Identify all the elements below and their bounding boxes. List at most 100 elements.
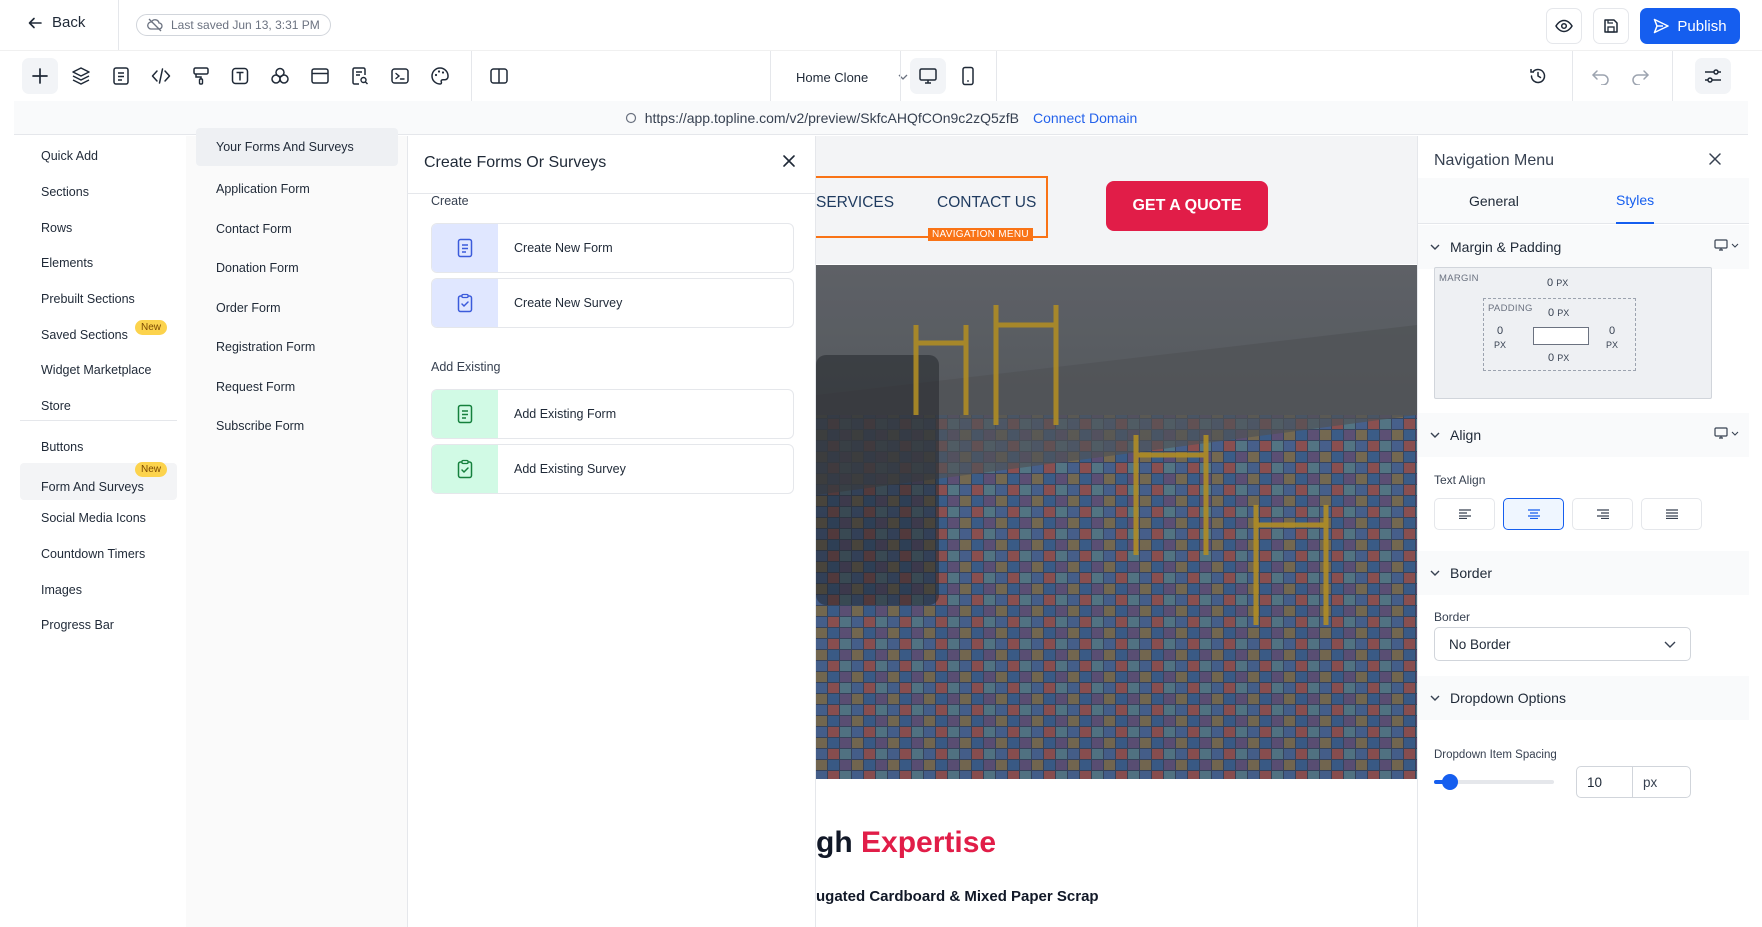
sidebar-item-rows[interactable]: Rows — [20, 208, 177, 248]
page-select[interactable]: Home Clone — [796, 61, 908, 93]
publish-button[interactable]: Publish — [1640, 8, 1740, 44]
chevron-down-icon — [1731, 431, 1739, 436]
split-view-button[interactable] — [481, 58, 517, 94]
section-border[interactable]: Border — [1418, 551, 1749, 595]
add-existing-survey-button[interactable]: Add Existing Survey — [431, 444, 794, 494]
section-margin-padding[interactable]: Margin & Padding — [1418, 225, 1749, 269]
close-button[interactable] — [1708, 152, 1722, 166]
spacing-slider-thumb[interactable] — [1442, 774, 1458, 790]
elements-button[interactable] — [262, 58, 298, 94]
padding-bottom-input[interactable]: 0 PX — [1548, 351, 1569, 365]
page-canvas[interactable]: SERVICES CONTACT US NAVIGATION MENU GET … — [816, 136, 1417, 927]
forms-item-your-forms[interactable]: Your Forms And Surveys — [196, 128, 398, 166]
sidebar-item-images[interactable]: Images — [20, 570, 177, 610]
section-label: Margin & Padding — [1450, 239, 1562, 255]
sidebar-item-progress-bar[interactable]: Progress Bar — [20, 605, 177, 645]
forms-item-donation[interactable]: Donation Form — [196, 248, 398, 288]
sidebar-item-elements[interactable]: Elements — [20, 243, 177, 283]
connect-domain-link[interactable]: Connect Domain — [1033, 110, 1137, 126]
spacing-value-input[interactable]: 10 — [1576, 766, 1633, 798]
margin-top-input[interactable]: 0 PX — [1547, 276, 1568, 290]
forms-item-subscribe[interactable]: Subscribe Form — [196, 406, 398, 446]
align-right-button[interactable] — [1572, 498, 1633, 530]
align-center-icon — [1527, 509, 1541, 519]
sidebar-item-form-and-surveys[interactable]: Form And Surveys New — [20, 462, 177, 500]
pages-button[interactable] — [103, 58, 139, 94]
border-select[interactable]: No Border — [1434, 627, 1691, 661]
align-justify-button[interactable] — [1641, 498, 1702, 530]
device-toggle[interactable] — [1714, 427, 1739, 439]
device-toggle[interactable] — [1714, 239, 1739, 251]
mobile-view-button[interactable] — [950, 58, 986, 94]
history-button[interactable] — [1520, 58, 1556, 94]
nav-link-services[interactable]: SERVICES — [816, 194, 894, 212]
tracking-code-button[interactable] — [382, 58, 418, 94]
sidebar-item-saved-sections[interactable]: Saved Sections New — [20, 315, 177, 355]
forms-item-contact[interactable]: Contact Form — [196, 209, 398, 249]
section-align[interactable]: Align — [1418, 413, 1749, 457]
tab-styles[interactable]: Styles — [1616, 178, 1655, 224]
forms-item-label: Request Form — [216, 380, 296, 394]
align-left-button[interactable] — [1434, 498, 1495, 530]
chevron-down-icon — [1430, 432, 1440, 438]
settings-toggle-button[interactable] — [1695, 58, 1731, 94]
search-doc-icon — [350, 66, 370, 86]
preview-button[interactable] — [1546, 8, 1582, 44]
plus-icon — [31, 67, 49, 85]
add-element-button[interactable] — [22, 58, 58, 94]
sidebar-item-label: Quick Add — [41, 149, 98, 163]
get-quote-button[interactable]: GET A QUOTE — [1106, 181, 1268, 231]
close-button[interactable] — [782, 154, 796, 168]
layers-button[interactable] — [63, 58, 99, 94]
editor-toolbar: Home Clone — [0, 50, 1762, 102]
create-new-form-button[interactable]: Create New Form — [431, 223, 794, 273]
dropdown-spacing-label: Dropdown Item Spacing — [1434, 749, 1557, 761]
padding-label: PADDING — [1488, 303, 1533, 314]
tab-general[interactable]: General — [1469, 178, 1519, 224]
layout-button[interactable] — [302, 58, 338, 94]
padding-right-input[interactable]: 0 PX — [1606, 324, 1618, 352]
seo-button[interactable] — [342, 58, 378, 94]
form-icon — [432, 390, 498, 438]
sidebar-item-quick-add[interactable]: Quick Add — [20, 136, 177, 176]
align-center-button[interactable] — [1503, 498, 1564, 530]
create-new-survey-button[interactable]: Create New Survey — [431, 278, 794, 328]
properties-panel: Navigation Menu General Styles Margin & … — [1417, 136, 1749, 927]
padding-left-input[interactable]: 0 PX — [1494, 324, 1506, 352]
last-saved-badge: Last saved Jun 13, 3:31 PM — [136, 14, 331, 36]
page-select-value: Home Clone — [796, 69, 869, 85]
preview-url[interactable]: https://app.topline.com/v2/preview/SkfcA… — [645, 110, 1019, 126]
padding-top-input[interactable]: 0 PX — [1548, 306, 1569, 320]
section-dropdown-options[interactable]: Dropdown Options — [1418, 676, 1749, 720]
add-existing-form-button[interactable]: Add Existing Form — [431, 389, 794, 439]
divider — [1572, 51, 1573, 102]
spacing-unit-select[interactable]: px — [1632, 766, 1691, 798]
sidebar-item-social-media-icons[interactable]: Social Media Icons — [20, 498, 177, 538]
desktop-view-button[interactable] — [910, 58, 946, 94]
styles-button[interactable] — [183, 58, 219, 94]
custom-code-button[interactable] — [143, 58, 179, 94]
sidebar-item-label: Widget Marketplace — [41, 363, 152, 377]
form-icon — [432, 224, 498, 272]
save-button[interactable] — [1593, 8, 1629, 44]
sidebar-item-widget-marketplace[interactable]: Widget Marketplace — [20, 350, 177, 390]
forms-item-request[interactable]: Request Form — [196, 367, 398, 407]
sidebar-item-sections[interactable]: Sections — [20, 172, 177, 212]
back-button[interactable]: Back — [28, 14, 85, 31]
forms-item-order[interactable]: Order Form — [196, 288, 398, 328]
undo-button[interactable] — [1583, 58, 1619, 94]
typography-button[interactable] — [222, 58, 258, 94]
redo-button[interactable] — [1622, 58, 1658, 94]
chevron-down-icon — [1430, 244, 1440, 250]
forms-item-registration[interactable]: Registration Form — [196, 327, 398, 367]
sidebar-item-prebuilt-sections[interactable]: Prebuilt Sections — [20, 279, 177, 319]
theme-button[interactable] — [422, 58, 458, 94]
sidebar-item-buttons[interactable]: Buttons — [20, 427, 177, 467]
card-label: Add Existing Survey — [514, 462, 626, 476]
nav-link-contact[interactable]: CONTACT US — [937, 194, 1036, 212]
sliders-icon — [1703, 67, 1723, 85]
sidebar-item-countdown-timers[interactable]: Countdown Timers — [20, 534, 177, 574]
forms-item-label: Registration Form — [216, 340, 316, 354]
hero-image — [816, 265, 1417, 779]
forms-item-application[interactable]: Application Form — [196, 169, 398, 209]
